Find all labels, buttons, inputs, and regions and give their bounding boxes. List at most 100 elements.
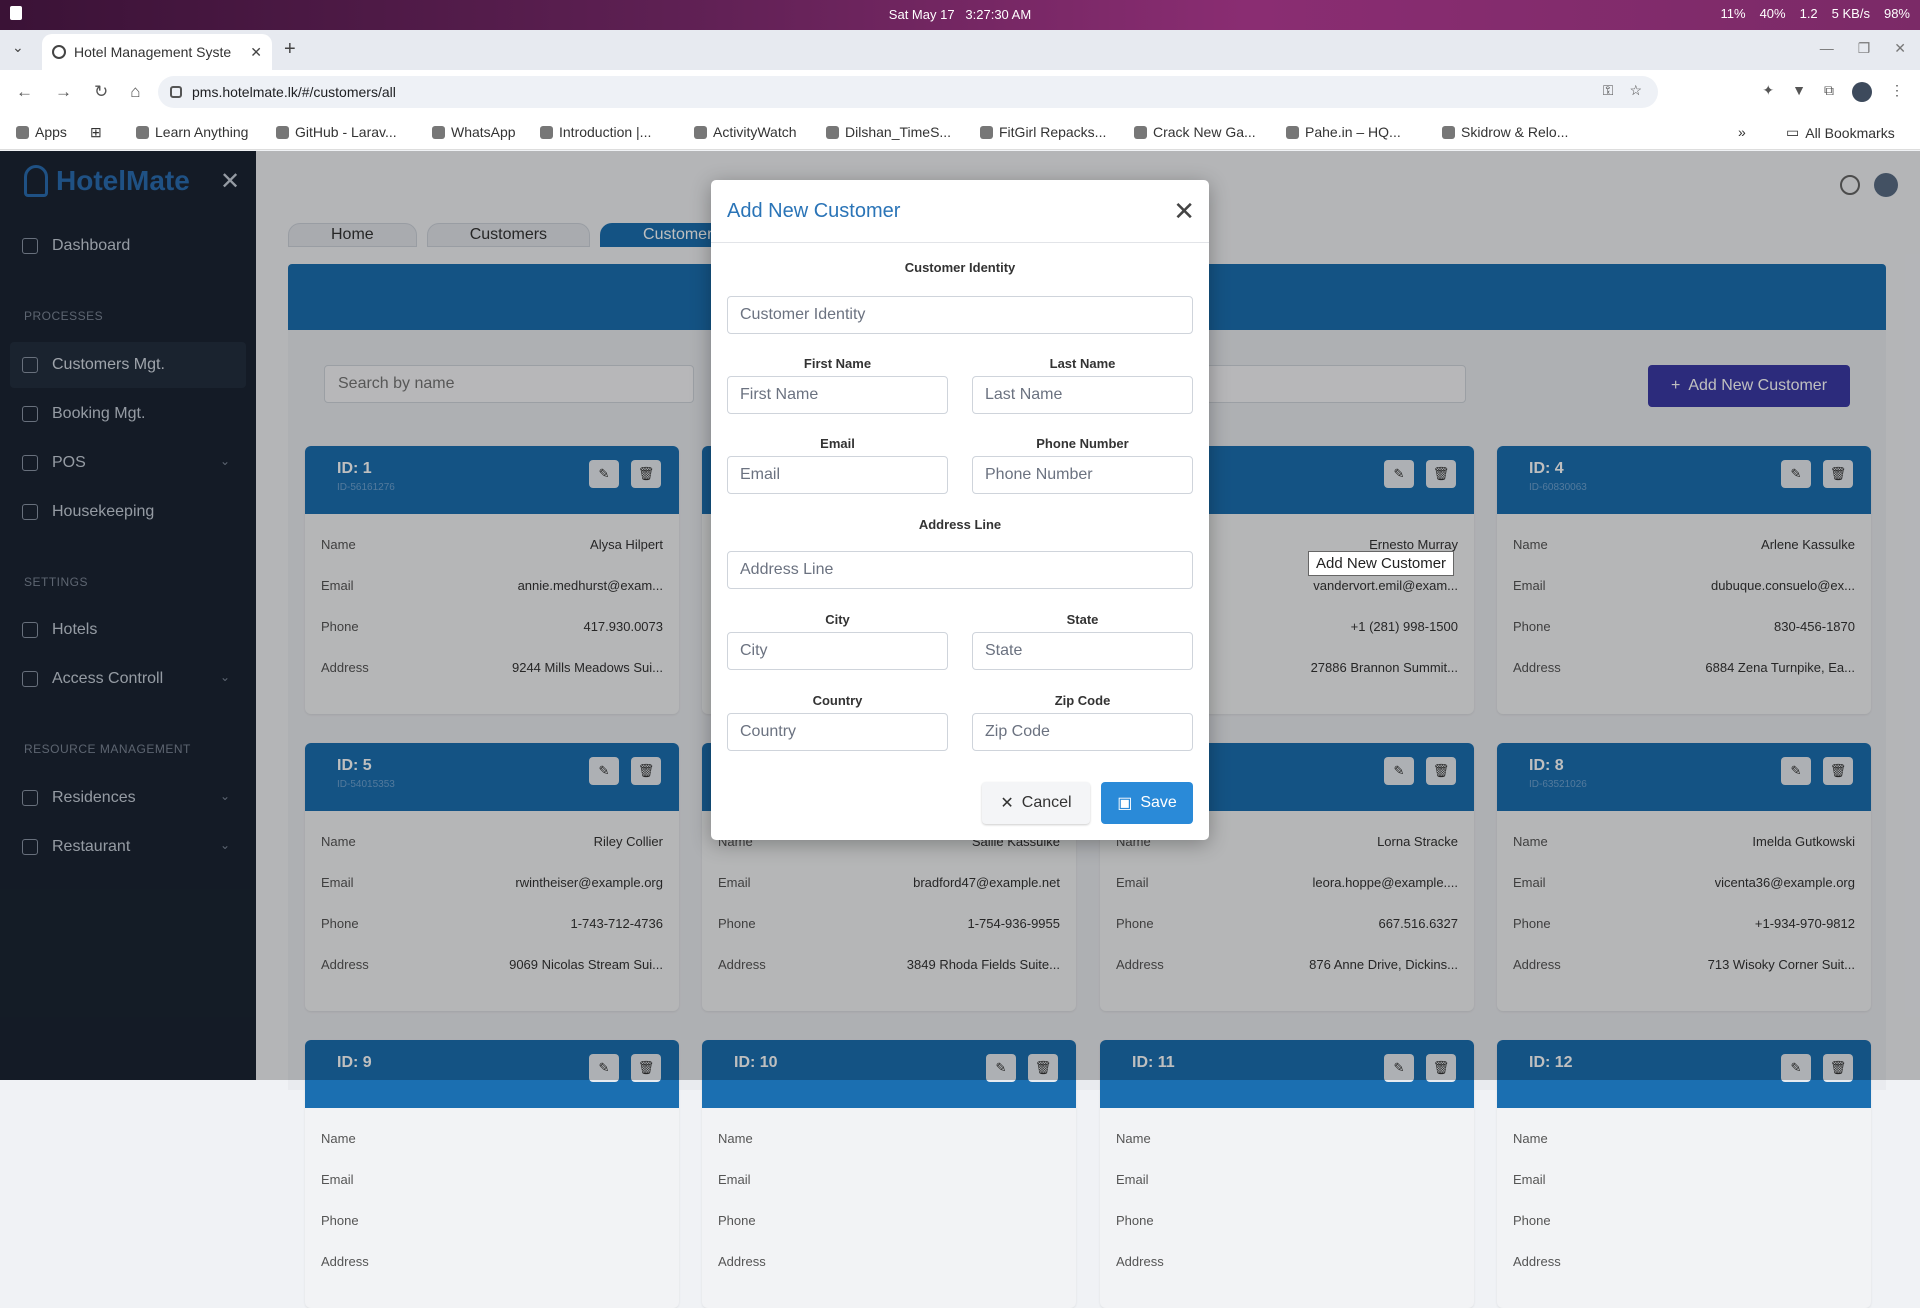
battery-level[interactable]: 98% (1884, 6, 1910, 21)
email-label: Email (820, 436, 855, 451)
bookmark-pahe[interactable]: Pahe.in – HQ... (1286, 124, 1401, 140)
field-label: Address (1513, 1254, 1561, 1269)
kebab-menu-icon[interactable]: ⋮ (1890, 82, 1904, 102)
forward-icon[interactable]: → (55, 82, 72, 102)
address-bar[interactable]: pms.hotelmate.lk/#/customers/all ⚿ ☆ (158, 76, 1658, 108)
first-name-input[interactable] (727, 376, 948, 414)
apps-grid-icon (16, 125, 29, 139)
zip-code-input[interactable] (972, 713, 1193, 751)
save-button[interactable]: ▣ Save (1101, 782, 1193, 824)
bookmark-github[interactable]: GitHub - Larav... (276, 124, 397, 140)
card-row-address: Address (1497, 1241, 1871, 1282)
system-clock[interactable]: Sat May 17 3:27:30 AM (0, 7, 1920, 22)
minimize-icon[interactable]: — (1820, 40, 1834, 57)
bookmark-introduction[interactable]: Introduction |... (540, 124, 651, 140)
date-text: Sat May 17 (888, 7, 955, 22)
whatsapp-icon (432, 125, 445, 139)
modal-title: Add New Customer (727, 199, 901, 222)
card-row-name: Name (305, 1118, 679, 1159)
phone-field-group: Phone Number (972, 436, 1193, 518)
card-row-email: Email (1497, 1159, 1871, 1200)
city-field-group: City (727, 612, 948, 694)
add-customer-modal: Add New Customer ✕ Customer Identity Fir… (711, 180, 1209, 840)
sheets-icon (826, 125, 839, 139)
close-tab-icon[interactable]: ✕ (250, 44, 262, 61)
customer-card: ID: 10 ✎ 🗑 Name Email Phone Address (702, 1040, 1076, 1308)
field-label: Phone (1513, 1213, 1551, 1228)
close-icon: ✕ (1000, 795, 1014, 812)
bookmark-favicon (540, 125, 553, 139)
first-name-field-group: First Name (727, 356, 948, 438)
bookmark-label: Learn Anything (155, 124, 249, 140)
tooltip: Add New Customer (1308, 551, 1455, 576)
city-input[interactable] (727, 632, 948, 670)
bookmark-crack-new-games[interactable]: Crack New Ga... (1134, 124, 1256, 140)
card-row-email: Email (1100, 1159, 1474, 1200)
globe-icon (52, 45, 66, 59)
field-label: Email (321, 1172, 354, 1187)
extension-icon[interactable]: ✦ (1762, 82, 1774, 102)
close-window-icon[interactable]: ✕ (1894, 40, 1906, 57)
bookmark-skidrow[interactable]: Skidrow & Relo... (1442, 124, 1568, 140)
bookmark-label: WhatsApp (451, 124, 516, 140)
first-name-label: First Name (803, 356, 872, 371)
browser-tab[interactable]: Hotel Management Syste ✕ (42, 34, 272, 70)
email-field[interactable] (727, 456, 948, 494)
country-input[interactable] (727, 713, 948, 751)
browser-tab-strip: ⌄ Hotel Management Syste ✕ + — ❐ ✕ (0, 30, 1920, 70)
zip-field-group: Zip Code (972, 693, 1193, 775)
bookmark-whatsapp[interactable]: WhatsApp (432, 124, 516, 140)
phone-number-input[interactable] (972, 456, 1193, 494)
memory-usage[interactable]: 40% (1760, 6, 1786, 21)
address-line-input[interactable] (727, 551, 1193, 589)
identity-field-group: Customer Identity (727, 260, 1193, 342)
bookmark-apps[interactable]: Apps (16, 124, 67, 140)
card-row-email: Email (702, 1159, 1076, 1200)
profile-avatar[interactable] (1852, 82, 1872, 102)
card-row-phone: Phone (1100, 1200, 1474, 1241)
bookmark-label: Dilshan_TimeS... (845, 124, 952, 140)
cpu-usage[interactable]: 11% (1721, 6, 1746, 21)
bookmark-fitgirl[interactable]: FitGirl Repacks... (980, 124, 1106, 140)
cancel-button[interactable]: ✕ Cancel (982, 782, 1090, 824)
card-row-email: Email (305, 1159, 679, 1200)
password-key-icon[interactable]: ⚿ (1603, 82, 1614, 99)
browser-toolbar: ← → ↻ ⌂ pms.hotelmate.lk/#/customers/all… (0, 70, 1920, 114)
state-field-group: State (972, 612, 1193, 694)
all-bookmarks[interactable]: ▭ All Bookmarks (1786, 124, 1895, 141)
extension-v-icon[interactable]: ▼ (1792, 82, 1806, 102)
tab-list-chevron-icon[interactable]: ⌄ (12, 39, 24, 56)
city-label: City (825, 612, 850, 627)
network-speed[interactable]: 5 KB/s (1832, 6, 1870, 21)
state-input[interactable] (972, 632, 1193, 670)
state-label: State (1066, 612, 1099, 627)
last-name-input[interactable] (972, 376, 1193, 414)
bookmark-activitywatch[interactable]: ActivityWatch (694, 124, 797, 140)
bookmark-label: GitHub - Larav... (295, 124, 397, 140)
site-info-icon[interactable] (170, 86, 182, 98)
address-bar-actions: ⚿ ☆ (1603, 82, 1642, 99)
bookmarks-overflow-icon[interactable]: » (1738, 124, 1746, 140)
field-label: Phone (1116, 1213, 1154, 1228)
home-icon[interactable]: ⌂ (130, 82, 140, 102)
bookmark-grid[interactable]: ⊞ (90, 124, 102, 141)
bookmark-favicon (1134, 125, 1147, 139)
bookmark-star-icon[interactable]: ☆ (1629, 82, 1642, 99)
country-field-group: Country (727, 693, 948, 775)
bookmark-label: All Bookmarks (1805, 124, 1895, 141)
bookmark-label: Pahe.in – HQ... (1305, 124, 1401, 140)
new-tab-icon[interactable]: + (284, 38, 296, 61)
save-label: Save (1140, 794, 1177, 811)
bookmark-label: Apps (35, 124, 67, 140)
bookmark-learn-anything[interactable]: Learn Anything (136, 124, 248, 140)
close-icon[interactable]: ✕ (1173, 196, 1195, 227)
maximize-icon[interactable]: ❐ (1858, 40, 1871, 57)
phone-label: Phone Number (1036, 436, 1129, 451)
bookmark-dilshan-times[interactable]: Dilshan_TimeS... (826, 124, 951, 140)
reload-icon[interactable]: ↻ (94, 82, 108, 102)
customer-identity-input[interactable] (727, 296, 1193, 334)
puzzle-icon[interactable]: ⧉ (1824, 82, 1834, 102)
save-icon: ▣ (1117, 795, 1133, 812)
load-average[interactable]: 1.2 (1800, 6, 1818, 21)
back-icon[interactable]: ← (16, 82, 33, 102)
